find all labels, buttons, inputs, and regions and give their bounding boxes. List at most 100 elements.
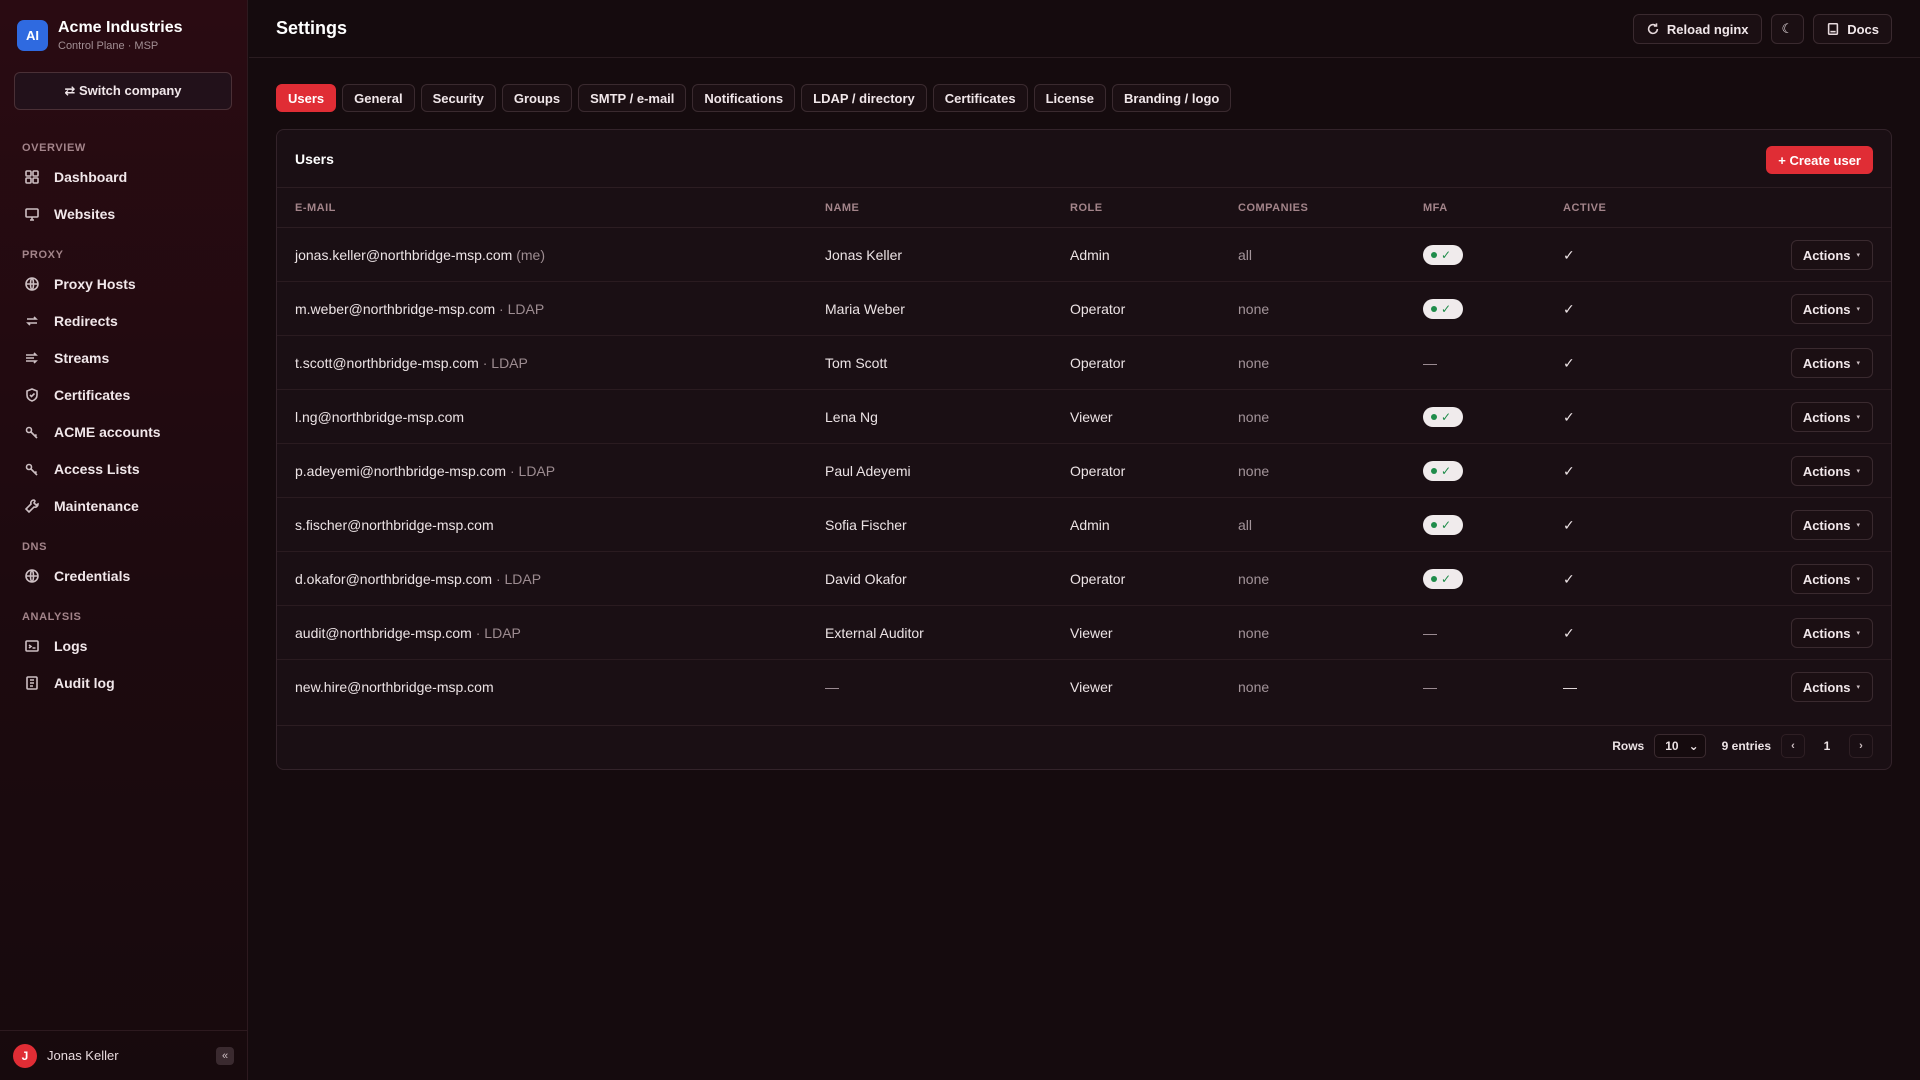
actions-button[interactable]: Actions ▾ <box>1790 564 1873 594</box>
docs-button[interactable]: Docs <box>1813 14 1892 44</box>
collapse-sidebar-button[interactable]: « <box>216 1047 234 1065</box>
user-companies: none <box>1238 355 1270 371</box>
tab-general[interactable]: General <box>342 84 415 112</box>
tab-ldap-directory[interactable]: LDAP / directory <box>801 84 927 112</box>
user-role: Admin <box>1070 247 1110 263</box>
sidebar-item-websites[interactable]: Websites <box>24 202 115 226</box>
sidebar-item-redirects[interactable]: Redirects <box>24 309 118 333</box>
streams-icon <box>24 350 40 366</box>
table-row[interactable]: s.fischer@northbridge-msp.com Sofia Fisch… <box>277 498 1891 552</box>
email-text: t.scott@northbridge-msp.com <box>295 355 479 371</box>
user-active: ✓ <box>1563 571 1575 587</box>
mfa-toggle[interactable]: ✓ <box>1423 515 1463 535</box>
sidebar-item-certificates[interactable]: Certificates <box>24 383 130 407</box>
sidebar-item-acme-accounts[interactable]: ACME accounts <box>24 420 161 444</box>
check-icon: ✓ <box>1441 572 1452 586</box>
user-email[interactable]: t.scott@northbridge-msp.com · LDAP <box>295 355 528 371</box>
user-name: Lena Ng <box>825 409 878 425</box>
sidebar-item-access-lists[interactable]: Access Lists <box>24 457 140 481</box>
sidebar-item-label: Certificates <box>54 387 131 403</box>
create-user-button[interactable]: + Create user <box>1766 146 1873 174</box>
mfa-toggle[interactable]: ✓ <box>1423 461 1463 481</box>
clipboard-icon <box>24 675 40 691</box>
avatar[interactable]: J <box>13 1043 37 1068</box>
table-row[interactable]: audit@northbridge-msp.com · LDAP External… <box>277 606 1891 660</box>
column-header-role[interactable]: ROLE <box>1070 202 1103 214</box>
rows-per-page-select[interactable]: 10 ⌄ <box>1654 734 1706 758</box>
check-icon: ✓ <box>1441 302 1452 316</box>
table-row[interactable]: t.scott@northbridge-msp.com · LDAP Tom Sc… <box>277 336 1891 390</box>
sidebar-item-proxy-hosts[interactable]: Proxy Hosts <box>24 272 136 296</box>
actions-button[interactable]: Actions ▾ <box>1790 294 1873 324</box>
chevron-down-icon: ▾ <box>1856 576 1860 583</box>
tab-users[interactable]: Users <box>276 84 337 112</box>
user-companies: none <box>1238 409 1270 425</box>
actions-button[interactable]: Actions ▾ <box>1790 672 1873 702</box>
user-active: ✓ <box>1563 463 1575 479</box>
user-active: ✓ <box>1563 301 1575 317</box>
table-row[interactable]: new.hire@northbridge-msp.com — Viewer none —… <box>277 660 1891 714</box>
user-email[interactable]: p.adeyemi@northbridge-msp.com · LDAP <box>295 463 555 479</box>
actions-button[interactable]: Actions ▾ <box>1790 240 1873 270</box>
user-email[interactable]: l.ng@northbridge-msp.com <box>295 409 464 425</box>
column-header-mfa[interactable]: MFA <box>1423 202 1448 214</box>
sidebar-item-audit-log[interactable]: Audit log <box>24 671 115 695</box>
user-active: ✓ <box>1563 409 1575 425</box>
column-header-companies[interactable]: COMPANIES <box>1238 202 1308 214</box>
table-row[interactable]: jonas.keller@northbridge-msp.com (me) Jon… <box>277 228 1891 282</box>
tab-license[interactable]: License <box>1033 84 1106 112</box>
actions-label: Actions <box>1802 571 1851 587</box>
actions-label: Actions <box>1802 355 1851 371</box>
user-email[interactable]: d.okafor@northbridge-msp.com · LDAP <box>295 571 541 587</box>
prev-page-button[interactable]: ‹ <box>1781 734 1805 758</box>
chevron-down-icon: ⌄ <box>1688 739 1699 753</box>
theme-toggle-button[interactable]: ☾ <box>1770 14 1805 44</box>
brand[interactable]: AI Acme Industries Control Plane · MSP <box>17 19 182 52</box>
table-row[interactable]: p.adeyemi@northbridge-msp.com · LDAP Paul… <box>277 444 1891 498</box>
column-header-active[interactable]: ACTIVE <box>1563 202 1606 214</box>
tab-branding-logo[interactable]: Branding / logo <box>1112 84 1232 112</box>
tab-smtp-e-mail[interactable]: SMTP / e-mail <box>578 84 687 112</box>
mfa-toggle[interactable]: ✓ <box>1423 245 1463 265</box>
actions-button[interactable]: Actions ▾ <box>1790 348 1873 378</box>
actions-label: Actions <box>1802 247 1851 263</box>
switch-company-button[interactable]: ⇄ Switch company <box>14 72 232 110</box>
pagination: Rows 10 ⌄ 9 entries ‹ 1 › <box>1612 734 1873 758</box>
mfa-toggle[interactable]: ✓ <box>1423 407 1463 427</box>
mfa-toggle[interactable]: ✓ <box>1423 299 1463 319</box>
tab-notifications[interactable]: Notifications <box>692 84 796 112</box>
mfa-toggle[interactable]: ✓ <box>1423 569 1463 589</box>
actions-button[interactable]: Actions ▾ <box>1790 456 1873 486</box>
user-email[interactable]: m.weber@northbridge-msp.com · LDAP <box>295 301 544 317</box>
tab-security[interactable]: Security <box>420 84 496 112</box>
sidebar-item-logs[interactable]: Logs <box>24 634 87 658</box>
check-icon: ✓ <box>1441 464 1452 478</box>
sidebar-item-maintenance[interactable]: Maintenance <box>24 494 139 518</box>
reload-nginx-button[interactable]: Reload nginx <box>1632 14 1762 44</box>
column-header-name[interactable]: NAME <box>825 202 859 214</box>
tab-certificates[interactable]: Certificates <box>932 84 1028 112</box>
email-text: jonas.keller@northbridge-msp.com <box>295 247 513 263</box>
user-email[interactable]: jonas.keller@northbridge-msp.com (me) <box>295 247 545 263</box>
current-page[interactable]: 1 <box>1815 739 1839 753</box>
table-row[interactable]: l.ng@northbridge-msp.com Lena Ng Viewer non… <box>277 390 1891 444</box>
actions-button[interactable]: Actions ▾ <box>1790 402 1873 432</box>
sidebar-item-streams[interactable]: Streams <box>24 346 109 370</box>
table-row[interactable]: d.okafor@northbridge-msp.com · LDAP David… <box>277 552 1891 606</box>
actions-button[interactable]: Actions ▾ <box>1790 510 1873 540</box>
actions-button[interactable]: Actions ▾ <box>1790 618 1873 648</box>
email-text: p.adeyemi@northbridge-msp.com <box>295 463 507 479</box>
user-email[interactable]: new.hire@northbridge-msp.com <box>295 679 494 695</box>
sidebar-item-label: Dashboard <box>54 169 128 185</box>
column-header-e-mail[interactable]: E-MAIL <box>295 202 336 214</box>
user-email[interactable]: audit@northbridge-msp.com · LDAP <box>295 625 521 641</box>
next-page-button[interactable]: › <box>1849 734 1873 758</box>
sidebar: AI Acme Industries Control Plane · MSP ⇄… <box>0 0 248 1080</box>
user-companies: all <box>1238 517 1253 533</box>
user-companies: none <box>1238 463 1270 479</box>
sidebar-item-credentials[interactable]: Credentials <box>24 564 130 588</box>
sidebar-item-dashboard[interactable]: Dashboard <box>24 165 127 189</box>
tab-groups[interactable]: Groups <box>501 84 573 112</box>
user-email[interactable]: s.fischer@northbridge-msp.com <box>295 517 494 533</box>
table-row[interactable]: m.weber@northbridge-msp.com · LDAP Maria … <box>277 282 1891 336</box>
